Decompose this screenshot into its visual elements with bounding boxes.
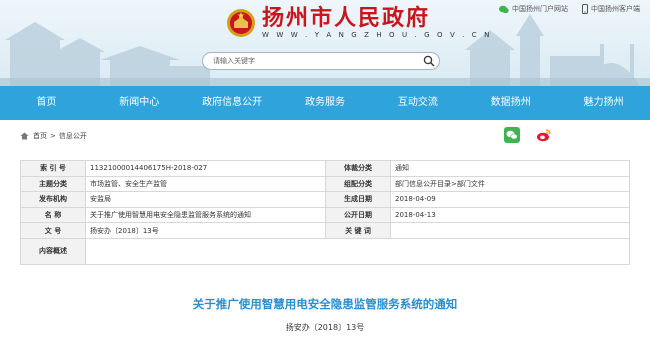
breadcrumb-home[interactable]: 首页 [33,131,47,141]
client-link[interactable]: 中国扬州客户端 [582,4,640,14]
weibo-share-icon[interactable] [536,127,552,143]
meta-value: 安监局 [85,191,326,208]
table-row: 主题分类 市场监管、安全生产监管 组配分类 部门信息公开目录>部门文件 [20,175,630,193]
meta-label: 组配分类 [325,175,391,193]
nav-item-news[interactable]: 新闻中心 [93,86,186,120]
breadcrumb: 首页 > 信息公开 [20,126,630,146]
page: 中国扬州门户网站 中国扬州客户端 扬州市人民政府 W W W . Y A N G… [0,0,650,340]
meta-label: 主题分类 [20,175,86,193]
meta-value: 通知 [390,160,630,177]
metadata-table: 索 引 号 11321000014406175H-2018-027 体裁分类 通… [20,160,630,265]
share-buttons [504,127,552,143]
meta-label: 内容概述 [20,237,86,265]
home-icon [20,132,29,140]
wechat-share-icon[interactable] [504,127,520,143]
search-input[interactable] [213,57,423,65]
breadcrumb-separator: > [50,132,56,140]
table-row: 文 号 扬安办〔2018〕13号 关 键 词 [20,222,630,239]
nav-item-home[interactable]: 首页 [0,86,93,120]
meta-value: 2018-04-13 [390,206,630,224]
meta-label: 索 引 号 [20,160,86,177]
meta-label: 关 键 词 [325,222,391,239]
nav-item-info-disclosure[interactable]: 政府信息公开 [186,86,279,120]
national-emblem-icon [227,8,255,37]
meta-label: 发布机构 [20,191,86,208]
site-url: W W W . Y A N G Z H O U . G O V . C N [262,31,492,39]
meta-summary [85,237,630,265]
search-icon[interactable] [423,55,435,67]
site-title: 扬州市人民政府 [262,5,431,31]
meta-value [390,222,630,239]
portal-link-label: 中国扬州门户网站 [512,5,568,13]
meta-label: 公开日期 [325,206,391,224]
meta-value: 扬安办〔2018〕13号 [85,222,326,239]
main-nav: 首页 新闻中心 政府信息公开 政务服务 互动交流 数据扬州 魅力扬州 [0,86,650,120]
nav-item-gov-services[interactable]: 政务服务 [279,86,372,120]
article-title: 关于推广使用智慧用电安全隐患监管服务系统的通知 [192,297,458,311]
site-logo[interactable]: 扬州市人民政府 W W W . Y A N G Z H O U . G O V … [226,6,492,39]
search-box [202,52,440,70]
meta-value: 市场监管、安全生产监管 [85,175,326,193]
meta-label: 名 称 [20,206,86,224]
meta-value: 部门信息公开目录>部门文件 [390,175,630,193]
nav-item-data[interactable]: 数据扬州 [464,86,557,120]
portal-link[interactable]: 中国扬州门户网站 [499,4,568,14]
breadcrumb-current[interactable]: 信息公开 [59,131,87,141]
meta-label: 生成日期 [325,191,391,208]
document-number: 扬安办〔2018〕13号 [285,323,365,332]
table-row: 名 称 关于推广使用智慧用电安全隐患监管服务系统的通知 公开日期 2018-04… [20,206,630,224]
top-links: 中国扬州门户网站 中国扬州客户端 [499,4,640,14]
table-row: 索 引 号 11321000014406175H-2018-027 体裁分类 通… [20,160,630,177]
meta-label: 体裁分类 [325,160,391,177]
meta-value: 2018-04-09 [390,191,630,208]
header-banner: 中国扬州门户网站 中国扬州客户端 扬州市人民政府 W W W . Y A N G… [0,0,650,86]
nav-item-charm[interactable]: 魅力扬州 [557,86,650,120]
table-row: 发布机构 安监局 生成日期 2018-04-09 [20,191,630,208]
table-row: 内容概述 [20,237,630,265]
mobile-icon [582,4,588,14]
meta-label: 文 号 [20,222,86,239]
nav-item-interaction[interactable]: 互动交流 [371,86,464,120]
wechat-icon [499,5,509,13]
meta-value: 11321000014406175H-2018-027 [85,160,326,177]
client-link-label: 中国扬州客户端 [591,5,640,13]
meta-value: 关于推广使用智慧用电安全隐患监管服务系统的通知 [85,206,326,224]
